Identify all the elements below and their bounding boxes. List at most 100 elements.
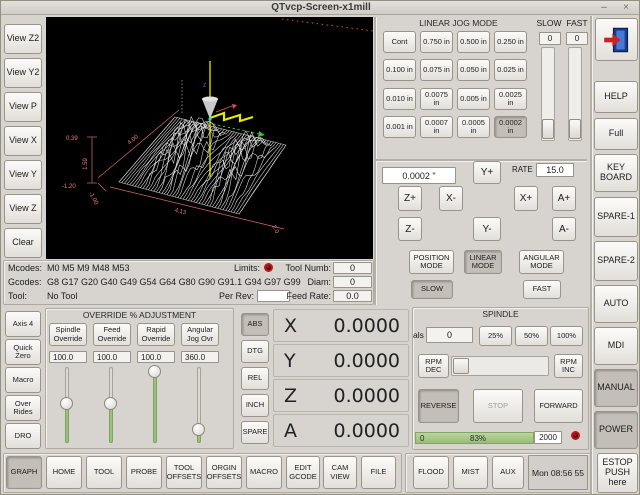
- tab-tool-offsets[interactable]: TOOL OFFSETS: [166, 456, 202, 489]
- angular-mode-button[interactable]: ANGULAR MODE: [519, 250, 564, 274]
- spindle-25pct-button[interactable]: 25%: [479, 326, 512, 346]
- view-z-button[interactable]: View Z: [4, 194, 42, 224]
- jog-fast-button[interactable]: FAST: [523, 280, 561, 299]
- jog-increment-00007[interactable]: 0.0007 in: [420, 116, 453, 138]
- jog-a-plus-button[interactable]: A+: [552, 186, 576, 211]
- rate-value-field[interactable]: 15.0: [536, 163, 574, 177]
- jog-increment-cont[interactable]: Cont: [383, 31, 416, 53]
- spindle-forward-button[interactable]: FORWARD: [534, 389, 583, 423]
- mdi-mode-button[interactable]: MDI: [594, 327, 638, 365]
- feed-override-handle[interactable]: [104, 397, 117, 410]
- position-mode-button[interactable]: POSITION MODE: [409, 250, 454, 274]
- angular-jog-override-handle[interactable]: [192, 423, 205, 436]
- spindle-stop-button[interactable]: STOP: [473, 389, 523, 423]
- rpm-slider-handle[interactable]: [453, 358, 469, 374]
- feed-override-button[interactable]: Feed Override: [93, 323, 131, 346]
- jog-z-plus-button[interactable]: Z+: [398, 186, 422, 211]
- linear-mode-button[interactable]: LINEAR MODE: [464, 250, 502, 274]
- tab-file[interactable]: FILE: [361, 456, 396, 489]
- jog-increment-0750[interactable]: 0.750 in: [420, 31, 453, 53]
- rpm-dec-button[interactable]: RPM DEC: [418, 354, 449, 378]
- tab-orgin-offsets[interactable]: ORGIN OFFSETS: [206, 456, 242, 489]
- angular-jog-override-button[interactable]: Angular Jog Ovr: [181, 323, 219, 346]
- close-button[interactable]: ×: [619, 1, 633, 14]
- gremlin-3d-view[interactable]: 0.39 1.59 -1.20 4.00 4.13 -1.00 2.0 Z: [46, 17, 373, 259]
- jog-increment-0005[interactable]: 0.005 in: [457, 88, 490, 110]
- rapid-override-button[interactable]: Rapid Override: [137, 323, 175, 346]
- tab-quick-zero[interactable]: Quick Zero: [5, 339, 41, 365]
- tab-cam-view[interactable]: CAM VIEW: [323, 456, 357, 489]
- spindle-reverse-button[interactable]: REVERSE: [418, 389, 459, 423]
- dro-dtg-button[interactable]: DTG: [241, 340, 269, 363]
- spindle-override-handle[interactable]: [60, 397, 73, 410]
- clear-view-button[interactable]: Clear: [4, 228, 42, 258]
- keyboard-button[interactable]: KEY BOARD: [594, 154, 638, 192]
- dro-rel-button[interactable]: REL: [241, 367, 269, 390]
- spindle-50pct-button[interactable]: 50%: [515, 326, 548, 346]
- tab-graph[interactable]: GRAPH: [6, 456, 42, 489]
- jog-increment-0500[interactable]: 0.500 in: [457, 31, 490, 53]
- slow-slider-handle[interactable]: [542, 119, 554, 139]
- jog-y-minus-button[interactable]: Y-: [473, 217, 501, 241]
- jog-z-minus-button[interactable]: Z-: [398, 217, 422, 241]
- tab-axis-4[interactable]: Axis 4: [5, 311, 41, 337]
- jog-y-plus-button[interactable]: Y+: [473, 161, 501, 184]
- jog-slow-button[interactable]: SLOW: [411, 280, 453, 299]
- jog-x-minus-button[interactable]: X-: [439, 186, 463, 211]
- diam-field: 0: [333, 276, 372, 288]
- spare-1-button[interactable]: SPARE-1: [594, 197, 638, 237]
- feed-rate-label: Feed Rate:: [282, 291, 331, 301]
- spindle-title: SPINDLE: [412, 309, 589, 319]
- dro-inch-button[interactable]: INCH: [241, 394, 269, 417]
- jog-increment-0001[interactable]: 0.001 in: [383, 116, 416, 138]
- jog-increment-00005[interactable]: 0.0005 in: [457, 116, 490, 138]
- auto-mode-button[interactable]: AUTO: [594, 285, 638, 323]
- spare-2-button[interactable]: SPARE-2: [594, 241, 638, 281]
- tab-over-rides[interactable]: Over Rides: [5, 395, 41, 421]
- flood-button[interactable]: FLOOD: [413, 456, 449, 489]
- jog-increment-0075[interactable]: 0.075 in: [420, 59, 453, 81]
- tab-macro[interactable]: MACRO: [246, 456, 282, 489]
- view-y2-button[interactable]: View Y2: [4, 58, 42, 88]
- svg-text:-1.20: -1.20: [62, 184, 76, 190]
- jog-increment-00002[interactable]: 0.0002 in: [494, 116, 527, 138]
- dro-row-x: X 0.0000: [273, 309, 409, 342]
- jog-x-plus-button[interactable]: X+: [514, 186, 538, 211]
- power-button[interactable]: POWER: [594, 411, 638, 449]
- spindle-rpm-field[interactable]: 2000: [534, 431, 562, 444]
- view-y-button[interactable]: View Y: [4, 160, 42, 190]
- dro-abs-button[interactable]: ABS: [241, 313, 269, 336]
- titlebar[interactable]: QTvcp-Screen-x1mill: [1, 1, 640, 15]
- view-z2-button[interactable]: View Z2: [4, 24, 42, 54]
- tab-home[interactable]: HOME: [46, 456, 82, 489]
- jog-increment-0250[interactable]: 0.250 in: [494, 31, 527, 53]
- jog-increment-00025[interactable]: 0.0025 in: [494, 88, 527, 110]
- view-p-button[interactable]: View P: [4, 92, 42, 122]
- minimize-button[interactable]: –: [597, 1, 611, 14]
- jog-increment-00075[interactable]: 0.0075 in: [420, 88, 453, 110]
- help-button[interactable]: HELP: [594, 81, 638, 113]
- fast-slider-handle[interactable]: [569, 119, 581, 139]
- exit-button[interactable]: [595, 18, 638, 61]
- jog-increment-0050[interactable]: 0.050 in: [457, 59, 490, 81]
- jog-a-minus-button[interactable]: A-: [552, 217, 576, 241]
- dro-spare-button[interactable]: SPARE: [241, 421, 269, 444]
- tab-macro[interactable]: Macro: [5, 367, 41, 393]
- aux-button[interactable]: AUX: [492, 456, 524, 489]
- tab-tool[interactable]: TOOL: [86, 456, 122, 489]
- tab-edit-gcode[interactable]: EDIT GCODE: [286, 456, 320, 489]
- jog-increment-0100[interactable]: 0.100 in: [383, 59, 416, 81]
- rpm-inc-button[interactable]: RPM INC: [554, 354, 583, 378]
- spindle-override-button[interactable]: Spindle Override: [49, 323, 87, 346]
- manual-mode-button[interactable]: MANUAL: [594, 369, 638, 407]
- tab-probe[interactable]: PROBE: [126, 456, 162, 489]
- mist-button[interactable]: MIST: [453, 456, 488, 489]
- view-x-button[interactable]: View X: [4, 126, 42, 156]
- rapid-override-handle[interactable]: [148, 365, 161, 378]
- jog-increment-0025[interactable]: 0.025 in: [494, 59, 527, 81]
- tab-dro[interactable]: DRO: [5, 423, 41, 449]
- jog-increment-0010[interactable]: 0.010 in: [383, 88, 416, 110]
- fullscreen-button[interactable]: Full: [594, 118, 638, 150]
- estop-button[interactable]: ESTOP PUSH here: [597, 453, 638, 493]
- spindle-100pct-button[interactable]: 100%: [550, 326, 583, 346]
